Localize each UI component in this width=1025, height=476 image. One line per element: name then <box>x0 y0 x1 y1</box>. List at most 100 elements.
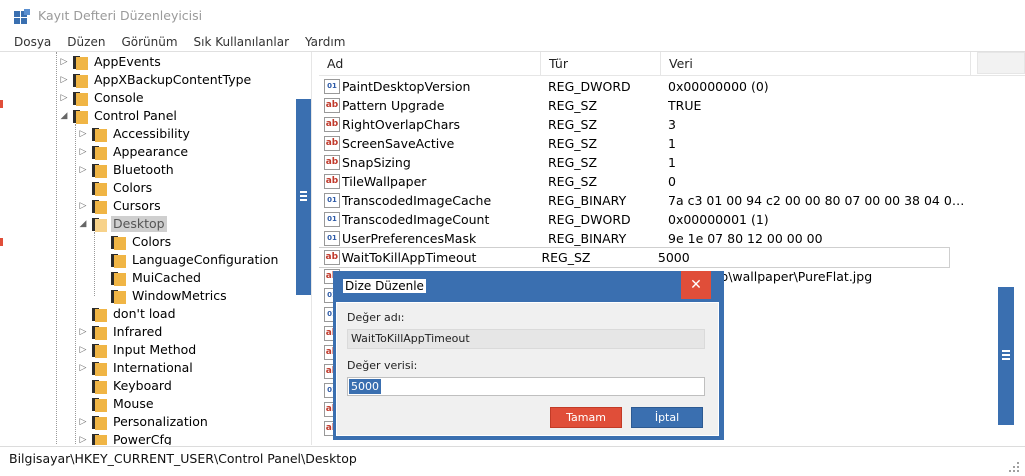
key-tree[interactable]: ▷ AppEvents ▷ AppXBackupContentType ▷ Co… <box>8 52 312 445</box>
menu-duzen[interactable]: Düzen <box>59 32 113 52</box>
tree-item[interactable]: ▷ Cursors <box>77 197 163 215</box>
value-type: REG_BINARY <box>548 193 627 208</box>
expand-arrow-icon[interactable]: ▷ <box>58 92 70 104</box>
expand-arrow-icon <box>96 290 108 302</box>
tree-item[interactable]: WindowMetrics <box>96 287 229 305</box>
expand-arrow-icon[interactable]: ▷ <box>77 434 89 445</box>
value-data: TRUE <box>668 98 702 113</box>
collapse-arrow-icon[interactable]: ◢ <box>77 218 89 230</box>
list-item[interactable]: ab Pattern Upgrade REG_SZ TRUE <box>319 96 1009 115</box>
tree-item-label: Bluetooth <box>113 162 174 177</box>
list-item[interactable]: ab SnapSizing REG_SZ 1 <box>319 153 1009 172</box>
tree-item-label: PowerCfg <box>113 432 172 445</box>
value-data: 0x00000000 (0) <box>668 79 769 94</box>
edit-string-dialog: Dize Düzenle ✕ Değer adı: WaitToKillAppT… <box>333 271 724 440</box>
folder-icon <box>92 415 107 430</box>
tree-item[interactable]: ▷ Personalization <box>77 413 210 431</box>
cancel-button[interactable]: İptal <box>631 407 703 428</box>
column-header-type[interactable]: Tür <box>541 52 661 76</box>
column-header-name[interactable]: Ad <box>319 52 541 76</box>
list-item[interactable]: 01 TranscodedImageCount REG_DWORD 0x0000… <box>319 210 1009 229</box>
tree-item[interactable]: Mouse <box>77 395 156 413</box>
tree-item[interactable]: Colors <box>77 179 154 197</box>
tree-item[interactable]: MuiCached <box>96 269 203 287</box>
tree-item-desktop[interactable]: ◢ Desktop <box>77 215 167 233</box>
ok-button[interactable]: Tamam <box>550 407 622 428</box>
menu-bar: Dosya Düzen Görünüm Sık Kullanılanlar Ya… <box>0 32 1025 52</box>
folder-icon <box>73 73 88 88</box>
list-item[interactable]: ab ScreenSaveActive REG_SZ 1 <box>319 134 1009 153</box>
list-item[interactable]: ab TileWallpaper REG_SZ 0 <box>319 172 1009 191</box>
value-type: REG_DWORD <box>548 212 631 227</box>
value-name: Pattern Upgrade <box>342 98 445 113</box>
tree-item-label: AppXBackupContentType <box>94 72 252 87</box>
value-name: SnapSizing <box>342 155 411 170</box>
column-header-data[interactable]: Veri <box>661 52 971 76</box>
list-item[interactable]: 01 PaintDesktopVersion REG_DWORD 0x00000… <box>319 77 1009 96</box>
list-item-focused[interactable]: ab WaitToKillAppTimeout REG_SZ 5000 <box>319 247 950 268</box>
tree-item[interactable]: ▷ AppXBackupContentType <box>58 71 253 89</box>
list-scrollbar-thumb[interactable] <box>998 287 1014 425</box>
value-name: TranscodedImageCount <box>342 212 490 227</box>
tree-item-label: Colors <box>132 234 172 249</box>
list-item[interactable]: 01 TranscodedImageCache REG_BINARY 7a c3… <box>319 191 1009 210</box>
tree-item[interactable]: ▷ AppEvents <box>58 53 163 71</box>
expand-arrow-icon[interactable]: ▷ <box>77 416 89 428</box>
tree-item[interactable]: ▷ International <box>77 359 195 377</box>
tree-item[interactable]: don't load <box>77 305 178 323</box>
grip-icon <box>1002 350 1010 360</box>
menu-dosya[interactable]: Dosya <box>6 32 59 52</box>
tree-guide <box>56 52 57 445</box>
tree-item[interactable]: ▷ Input Method <box>77 341 198 359</box>
tree-item[interactable]: ▷ PowerCfg <box>77 431 174 445</box>
tree-item[interactable]: Keyboard <box>77 377 174 395</box>
tree-item[interactable]: ▷ Accessibility <box>77 125 192 143</box>
expand-arrow-icon <box>96 254 108 266</box>
expand-arrow-icon[interactable]: ▷ <box>77 344 89 356</box>
tree-item[interactable]: ▷ Console <box>58 89 146 107</box>
tree-item[interactable]: ▷ Infrared <box>77 323 164 341</box>
string-value-icon: ab <box>324 174 340 189</box>
menu-yardim[interactable]: Yardım <box>297 32 353 52</box>
expand-arrow-icon[interactable]: ▷ <box>77 200 89 212</box>
tree-item-label: Appearance <box>113 144 189 159</box>
menu-sik-kullanilanlar[interactable]: Sık Kullanılanlar <box>186 32 297 52</box>
string-value-icon: ab <box>324 155 340 170</box>
string-value-icon: ab <box>324 136 340 151</box>
tree-item-label: Control Panel <box>94 108 177 123</box>
folder-icon <box>92 379 107 394</box>
expand-arrow-icon <box>77 380 89 392</box>
tree-item[interactable]: ▷ Appearance <box>77 143 190 161</box>
expand-arrow-icon[interactable]: ▷ <box>58 56 70 68</box>
folder-open-icon <box>92 217 107 232</box>
binary-value-icon: 01 <box>324 212 340 227</box>
expand-arrow-icon[interactable]: ▷ <box>58 74 70 86</box>
tree-item[interactable]: ▷ Bluetooth <box>77 161 176 179</box>
expand-arrow-icon[interactable]: ▷ <box>77 128 89 140</box>
folder-icon <box>73 55 88 70</box>
value-type: REG_SZ <box>548 174 598 189</box>
resize-grip-icon[interactable] <box>1009 462 1019 472</box>
collapse-arrow-icon[interactable]: ◢ <box>58 110 70 122</box>
dialog-title: Dize Düzenle <box>343 279 426 293</box>
tree-item-label: LanguageConfiguration <box>132 252 279 267</box>
close-icon[interactable]: ✕ <box>681 271 711 299</box>
folder-icon <box>92 199 107 214</box>
expand-arrow-icon[interactable]: ▷ <box>77 164 89 176</box>
window-title: Kayıt Defteri Düzenleyicisi <box>38 8 203 23</box>
expand-arrow-icon[interactable]: ▷ <box>77 326 89 338</box>
folder-icon <box>92 343 107 358</box>
tree-item-control-panel[interactable]: ◢ Control Panel <box>58 107 179 125</box>
value-data-input[interactable]: 5000 <box>347 377 705 396</box>
column-header-empty[interactable] <box>977 52 1025 74</box>
tree-item[interactable]: Colors <box>96 233 173 251</box>
tree-item[interactable]: LanguageConfiguration <box>96 251 280 269</box>
tree-scrollbar-thumb[interactable] <box>296 99 311 295</box>
menu-gorunum[interactable]: Görünüm <box>113 32 185 52</box>
list-item[interactable]: 01 UserPreferencesMask REG_BINARY 9e 1e … <box>319 229 1009 248</box>
expand-arrow-icon[interactable]: ▷ <box>77 146 89 158</box>
tree-guide <box>75 124 76 444</box>
list-item[interactable]: ab RightOverlapChars REG_SZ 3 <box>319 115 1009 134</box>
folder-icon <box>92 361 107 376</box>
expand-arrow-icon[interactable]: ▷ <box>77 362 89 374</box>
